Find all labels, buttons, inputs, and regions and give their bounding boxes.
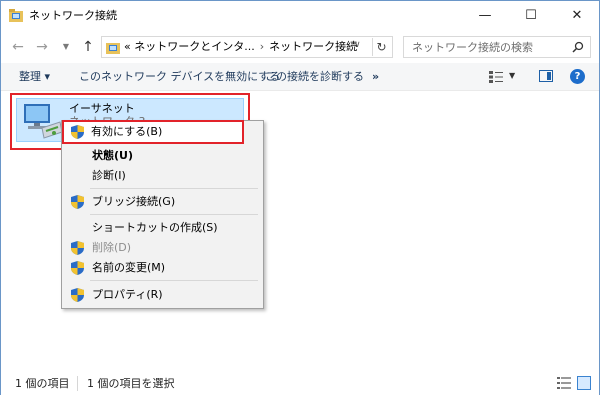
network-adapter-icon [24, 104, 63, 139]
forward-button[interactable]: → [33, 38, 51, 56]
menu-separator [90, 280, 258, 281]
menu-item-bridge[interactable]: ブリッジ接続(G) [62, 191, 263, 213]
change-view-icon[interactable] [489, 71, 503, 83]
search-icon [572, 41, 584, 53]
menu-item-properties[interactable]: プロパティ(R) [62, 284, 263, 306]
menu-item-label: ブリッジ接続(G) [92, 195, 176, 208]
menu-separator [90, 214, 258, 215]
breadcrumb-overflow[interactable]: « [124, 40, 131, 53]
help-icon[interactable]: ? [570, 69, 585, 84]
preview-pane-icon[interactable] [539, 70, 553, 82]
disable-device-button[interactable]: このネットワーク デバイスを無効にする [79, 70, 280, 84]
menu-item-label: 名前の変更(M) [92, 261, 166, 274]
close-button[interactable]: ✕ [554, 1, 600, 31]
command-bar: 整理 ▾ このネットワーク デバイスを無効にする この接続を診断する » ▼ ? [1, 63, 599, 91]
recent-locations-button[interactable]: ▼ [57, 38, 75, 56]
network-connections-icon [106, 43, 120, 54]
menu-item-label: 削除(D) [92, 241, 132, 254]
callout-highlight-enable[interactable]: 有効にする(B) [62, 120, 244, 144]
breadcrumb: « ネットワークとインタ... › ネットワーク接続 [124, 40, 357, 54]
menu-separator [90, 188, 258, 189]
minimize-button[interactable]: — [462, 1, 508, 31]
menu-item-status[interactable]: 状態(U) [62, 145, 263, 167]
up-button[interactable]: ↑ [79, 38, 97, 56]
connection-name: イーサネット [69, 102, 135, 115]
address-dropdown-button[interactable]: ∨ [354, 40, 361, 50]
organize-button[interactable]: 整理 ▾ [19, 70, 50, 84]
context-menu: 有効にする(B) 状態(U) 診断(I) ブリッジ接続(G) ショートカットの作… [61, 120, 264, 309]
back-button[interactable]: ← [9, 38, 27, 56]
item-count: 1 個の項目 [15, 377, 70, 390]
selected-count: 1 個の項目を選択 [87, 377, 175, 390]
menu-item-create-shortcut[interactable]: ショートカットの作成(S) [62, 217, 263, 239]
menu-item-label: プロパティ(R) [92, 288, 163, 301]
tiles-view-icon[interactable] [577, 376, 591, 390]
more-commands-button[interactable]: » [372, 70, 379, 84]
view-options-dropdown-icon[interactable]: ▼ [509, 71, 515, 80]
uac-shield-icon [71, 288, 84, 302]
breadcrumb-separator[interactable]: › [260, 40, 264, 53]
explorer-window: ネットワーク接続 — ☐ ✕ ← → ▼ ↑ « ネットワークとインタ... › ネ… [0, 0, 600, 395]
breadcrumb-item-network-internet[interactable]: ネットワークとインタ... [134, 40, 255, 53]
address-bar[interactable]: « ネットワークとインタ... › ネットワーク接続 ∨ ↻ [101, 36, 393, 58]
details-view-icon[interactable] [557, 377, 571, 389]
title-bar: ネットワーク接続 — ☐ ✕ [1, 1, 599, 31]
uac-shield-icon [71, 125, 84, 139]
menu-item-label: 診断(I) [92, 169, 126, 182]
maximize-button[interactable]: ☐ [508, 1, 554, 31]
diagnose-connection-button[interactable]: この接続を診断する [265, 70, 364, 84]
menu-item-label: 有効にする(B) [91, 125, 163, 138]
network-folder-icon [9, 9, 23, 22]
window-title: ネットワーク接続 [29, 9, 117, 22]
menu-item-label: 状態(U) [92, 149, 133, 162]
uac-shield-icon [71, 261, 84, 275]
navigation-bar: ← → ▼ ↑ « ネットワークとインタ... › ネットワーク接続 ∨ ↻ ネット… [1, 31, 599, 63]
breadcrumb-item-network-connections[interactable]: ネットワーク接続 [269, 40, 357, 53]
uac-shield-icon [71, 241, 84, 255]
search-input[interactable]: ネットワーク接続の検索 [412, 41, 533, 54]
search-box[interactable]: ネットワーク接続の検索 [403, 36, 591, 58]
status-bar: 1 個の項目 1 個の項目を選択 [1, 371, 599, 395]
menu-item-label: ショートカットの作成(S) [92, 221, 218, 234]
status-divider [77, 376, 78, 391]
refresh-button[interactable]: ↻ [372, 38, 390, 56]
menu-item-delete: 削除(D) [62, 237, 263, 259]
uac-shield-icon [71, 195, 84, 209]
menu-item-diagnose[interactable]: 診断(I) [62, 165, 263, 187]
menu-item-rename[interactable]: 名前の変更(M) [62, 257, 263, 279]
